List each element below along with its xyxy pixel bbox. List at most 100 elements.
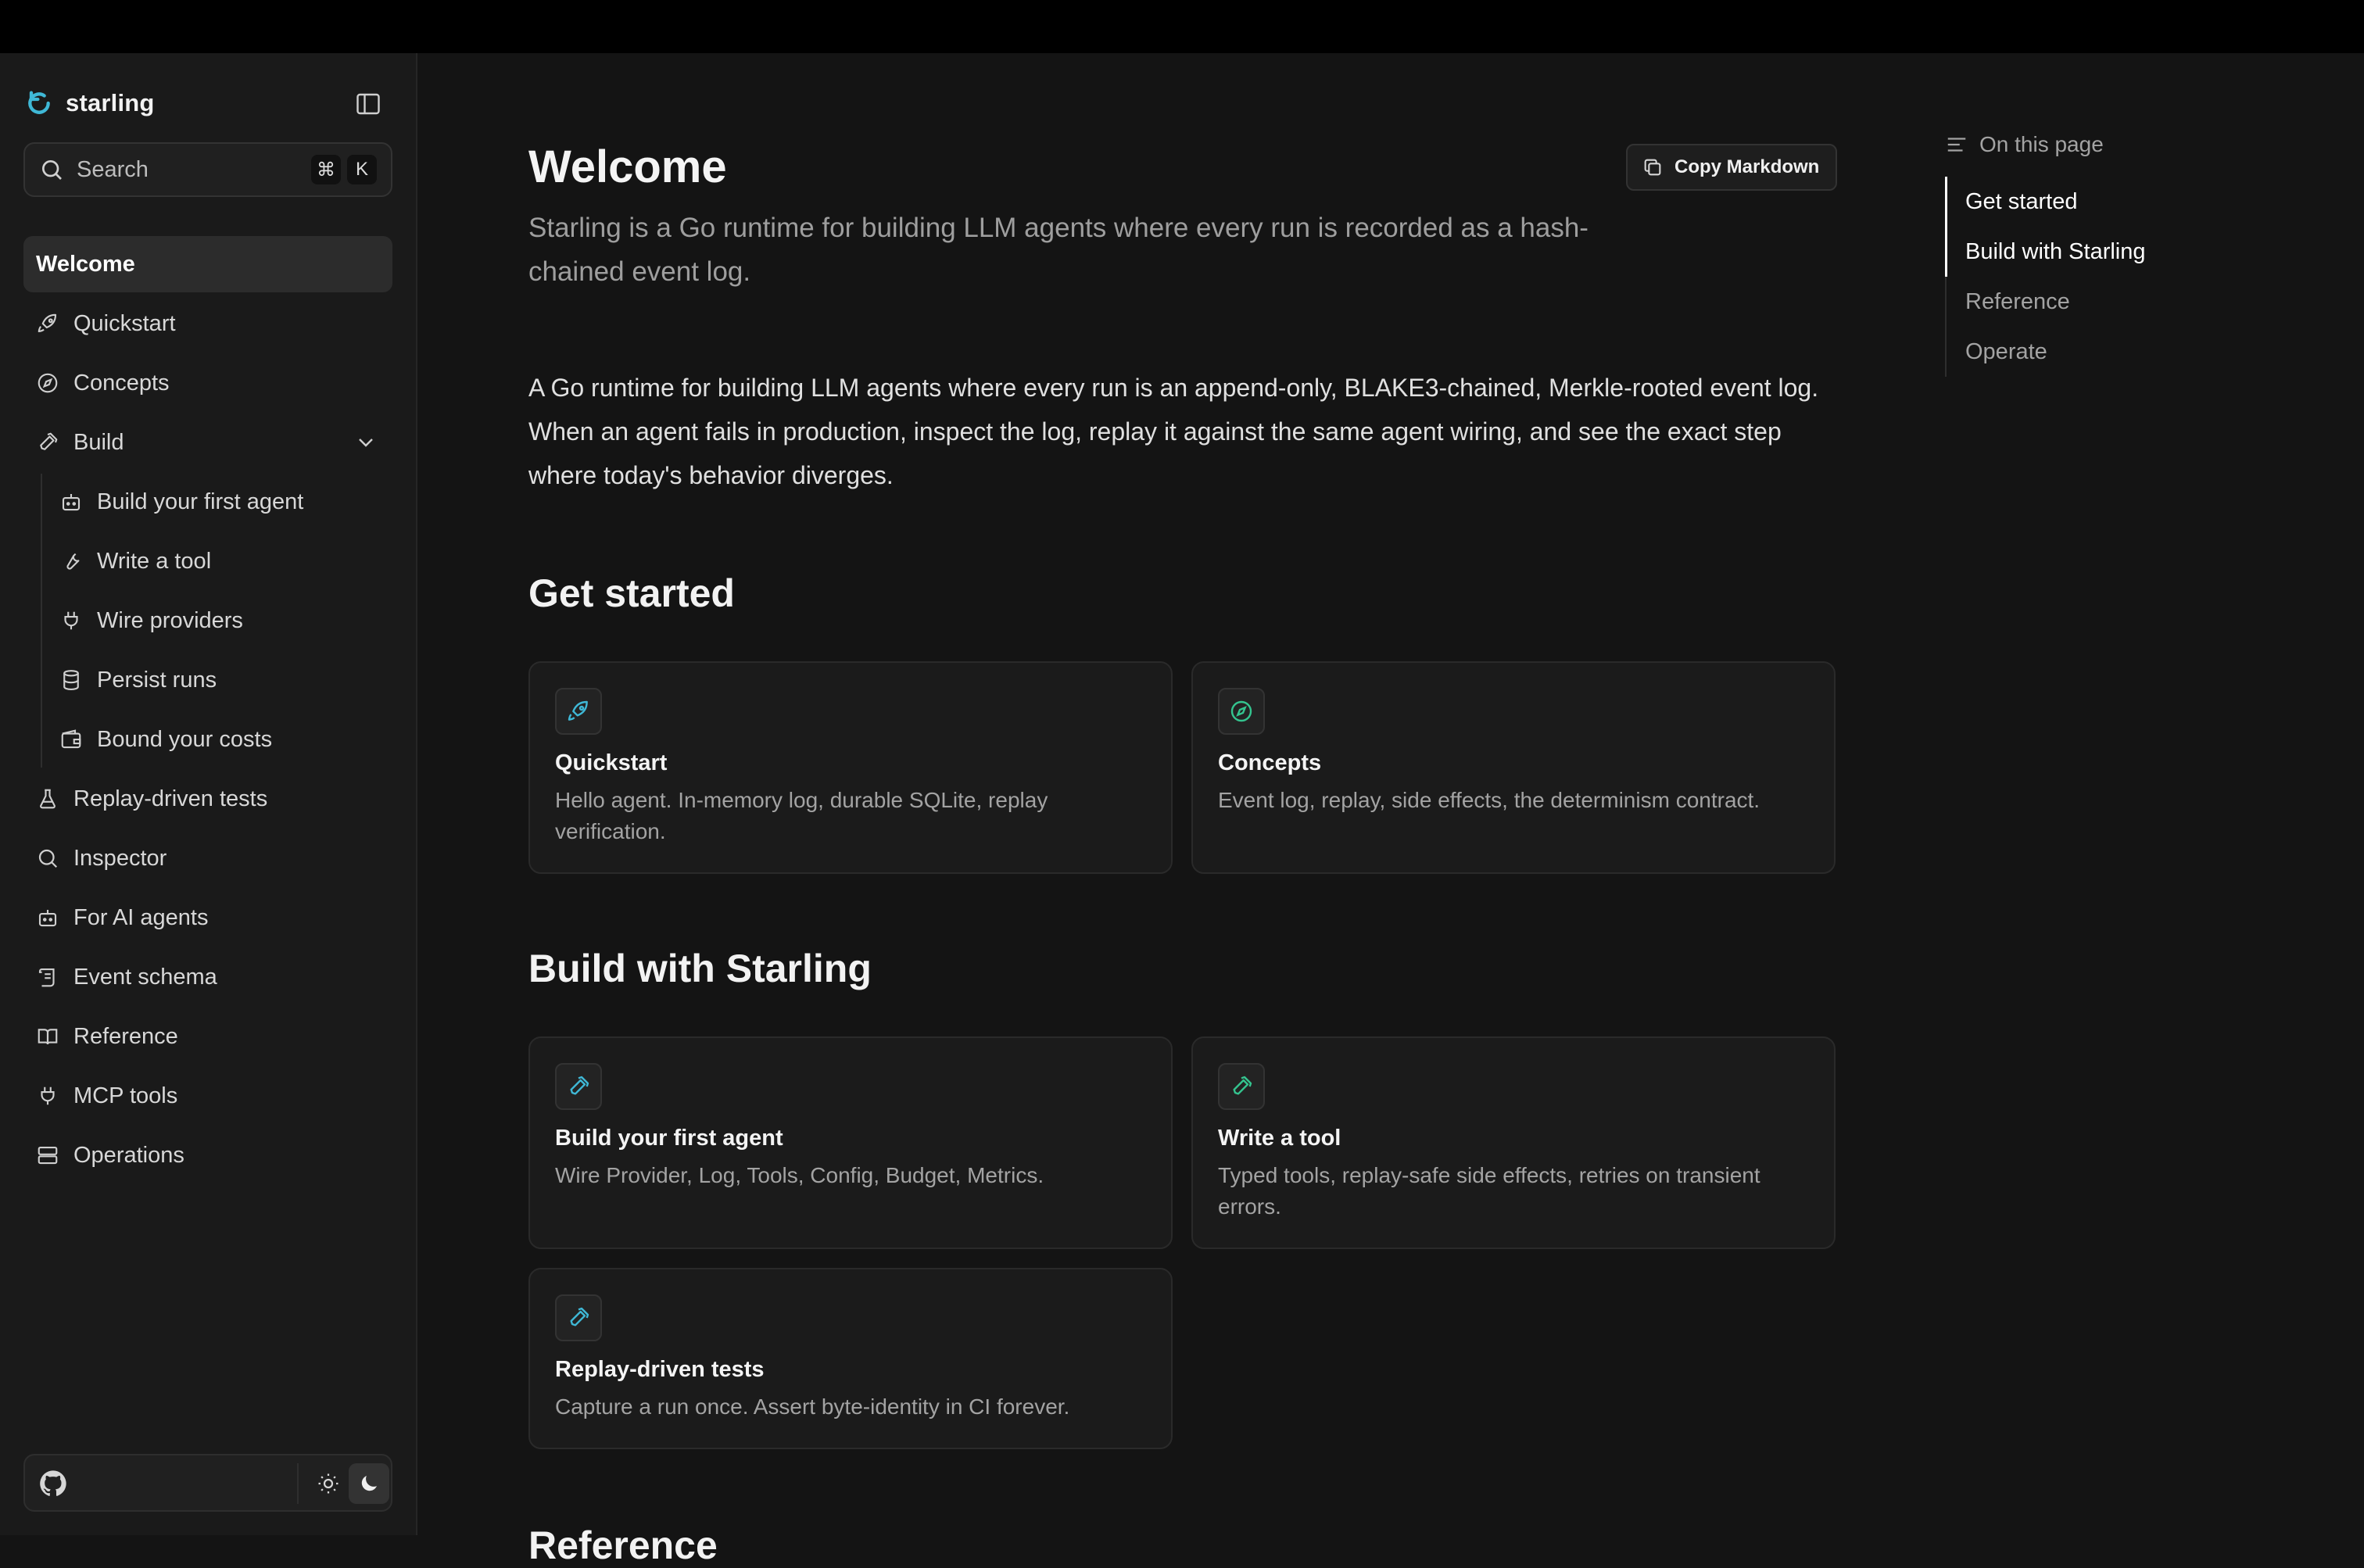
sidebar-item-replay-tests[interactable]: Replay-driven tests [23, 771, 392, 827]
dark-theme-button[interactable] [349, 1463, 389, 1504]
card-replay-tests[interactable]: Replay-driven tests Capture a run once. … [528, 1268, 1173, 1449]
sidebar-item-label: Reference [73, 1023, 178, 1049]
card-title: Concepts [1218, 750, 1322, 775]
sidebar-item-label: Bound your costs [97, 726, 273, 752]
card-title: Replay-driven tests [555, 1357, 765, 1382]
shortcut-key: K [347, 155, 377, 184]
search-placeholder: Search [77, 156, 149, 182]
rocket-icon [36, 312, 59, 335]
bot-icon [59, 490, 83, 514]
plug-icon [36, 1084, 59, 1108]
sidebar-item-persist-runs[interactable]: Persist runs [42, 652, 392, 708]
list-icon [1947, 138, 1966, 152]
sidebar-item-write-tool[interactable]: Write a tool [42, 533, 392, 589]
sidebar-item-label: Inspector [73, 845, 167, 871]
card-concepts[interactable]: Concepts Event log, replay, side effects… [1191, 661, 1836, 874]
sidebar-item-quickstart[interactable]: Quickstart [23, 295, 392, 352]
sidebar-item-build-first-agent[interactable]: Build your first agent [42, 474, 392, 530]
sidebar-item-reference[interactable]: Reference [23, 1008, 392, 1065]
toc-item-get-started[interactable]: Get started [1945, 177, 2258, 227]
toc-header-label: On this page [1979, 132, 2104, 156]
copy-markdown-button[interactable]: Copy Markdown [1626, 144, 1837, 191]
sidebar-item-welcome[interactable]: Welcome [23, 236, 392, 292]
rocket-icon [555, 688, 602, 735]
bot-icon [36, 906, 59, 929]
footer-divider [297, 1463, 299, 1504]
sidebar-toggle-icon [356, 93, 380, 115]
card-write-tool[interactable]: Write a tool Typed tools, replay-safe si… [1191, 1036, 1836, 1249]
search-input[interactable]: Search ⌘ K [23, 142, 392, 197]
section-heading-build-with-starling: Build with Starling [528, 947, 872, 990]
sidebar-item-label: Persist runs [97, 667, 217, 693]
card-title: Quickstart [555, 750, 668, 775]
sidebar-item-concepts[interactable]: Concepts [23, 355, 392, 411]
sidebar: starling Search ⌘ K Welcome Quickstart C… [0, 53, 417, 1535]
toc-item-build-with-starling[interactable]: Build with Starling [1945, 227, 2258, 277]
book-icon [36, 1025, 59, 1048]
shortcut-mod-key: ⌘ [311, 155, 341, 184]
toc-list: Get started Build with Starling Referenc… [1945, 177, 2258, 377]
chevron-down-icon[interactable] [353, 430, 378, 455]
hammer-icon [36, 431, 59, 454]
sidebar-item-label: Replay-driven tests [73, 786, 268, 811]
sidebar-footer [23, 1454, 392, 1512]
brand-name: starling [66, 89, 155, 116]
brand[interactable]: starling [23, 81, 155, 125]
sidebar-item-label: Operations [73, 1142, 184, 1168]
wrench-icon [59, 550, 83, 573]
card-description: Typed tools, replay-safe side effects, r… [1218, 1163, 1760, 1219]
copy-icon [1644, 159, 1661, 176]
server-icon [36, 1144, 59, 1167]
starling-logo-icon [23, 88, 55, 119]
sidebar-item-inspector[interactable]: Inspector [23, 830, 392, 886]
sidebar-item-label: Wire providers [97, 607, 243, 633]
sidebar-item-ai-agents[interactable]: For AI agents [23, 890, 392, 946]
card-quickstart[interactable]: Quickstart Hello agent. In-memory log, d… [528, 661, 1173, 874]
section-heading-reference: Reference [528, 1523, 718, 1567]
table-of-contents: On this page Get started Build with Star… [1945, 128, 2258, 377]
sidebar-item-build[interactable]: Build [23, 414, 392, 471]
moon-icon [361, 1476, 377, 1491]
toc-item-operate[interactable]: Operate [1947, 327, 2258, 377]
intro-paragraph: A Go runtime for building LLM agents whe… [528, 374, 1819, 489]
wallet-icon [59, 728, 83, 751]
sidebar-item-wire-providers[interactable]: Wire providers [42, 592, 392, 649]
card-title: Build your first agent [555, 1126, 783, 1151]
card-description: Event log, replay, side effects, the det… [1218, 788, 1760, 812]
section-heading-get-started: Get started [528, 571, 735, 615]
sidebar-item-event-schema[interactable]: Event schema [23, 949, 392, 1005]
toc-item-reference[interactable]: Reference [1947, 277, 2258, 327]
copy-markdown-label: Copy Markdown [1674, 156, 1820, 177]
sidebar-item-label: Event schema [73, 964, 217, 990]
card-title: Write a tool [1218, 1126, 1341, 1151]
card-description: Wire Provider, Log, Tools, Config, Budge… [555, 1163, 1044, 1187]
card-build-first-agent[interactable]: Build your first agent Wire Provider, Lo… [528, 1036, 1173, 1249]
compass-icon [1218, 688, 1265, 735]
hammer-icon [555, 1294, 602, 1341]
compass-icon [36, 371, 59, 395]
sidebar-item-bound-costs[interactable]: Bound your costs [42, 711, 392, 768]
sidebar-item-label: Write a tool [97, 548, 212, 574]
search-icon [36, 847, 59, 870]
sidebar-item-label: Concepts [73, 370, 170, 396]
page-title: Welcome [528, 141, 727, 192]
scroll-icon [36, 965, 59, 989]
github-icon[interactable] [38, 1468, 69, 1499]
sidebar-item-operations[interactable]: Operations [23, 1127, 392, 1183]
card-description: Hello agent. In-memory log, durable SQLi… [555, 788, 1048, 843]
sidebar-item-mcp-tools[interactable]: MCP tools [23, 1068, 392, 1124]
sidebar-item-label: For AI agents [73, 904, 209, 930]
hammer-icon [1218, 1063, 1265, 1110]
sidebar-nav: Welcome Quickstart Concepts Build Build … [23, 236, 392, 1187]
sidebar-item-label: MCP tools [73, 1083, 178, 1108]
database-icon [59, 668, 83, 692]
light-theme-button[interactable] [308, 1463, 349, 1504]
sun-icon [318, 1473, 338, 1494]
flask-icon [36, 787, 59, 811]
window-top-bar [0, 0, 2364, 53]
sidebar-item-label: Quickstart [73, 310, 176, 336]
sidebar-item-label: Welcome [36, 251, 135, 277]
search-icon [42, 160, 62, 180]
sidebar-item-label: Build your first agent [97, 489, 304, 514]
sidebar-toggle-button[interactable] [350, 86, 386, 122]
